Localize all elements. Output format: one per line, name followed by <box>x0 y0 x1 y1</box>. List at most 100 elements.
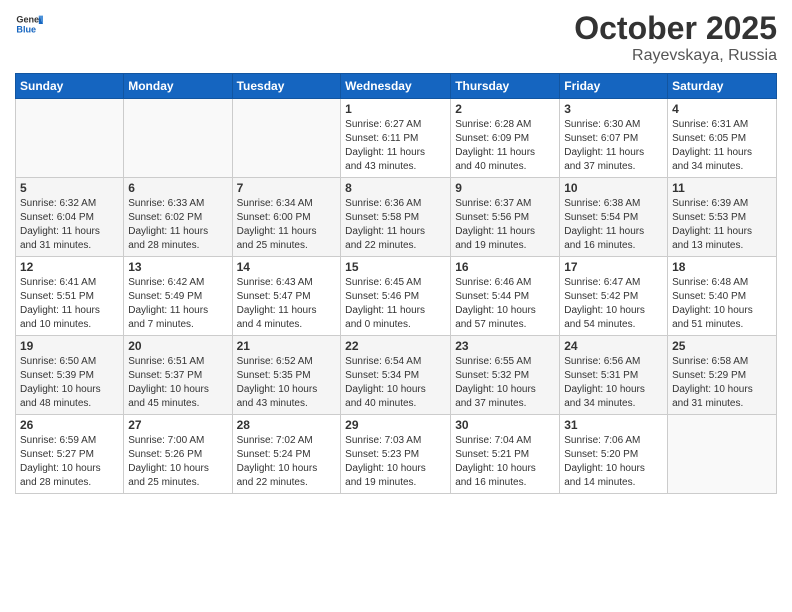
day-cell: 1 Sunrise: 6:27 AM Sunset: 6:11 PM Daylig… <box>341 99 451 178</box>
day-cell: 21 Sunrise: 6:52 AM Sunset: 5:35 PM Dayli… <box>232 336 341 415</box>
day-info: Sunrise: 6:30 AM Sunset: 6:07 PM Dayligh… <box>564 118 663 174</box>
day-number: 11 <box>672 181 772 195</box>
day-info: Sunrise: 6:37 AM Sunset: 5:56 PM Dayligh… <box>455 197 555 253</box>
day-cell: 2 Sunrise: 6:28 AM Sunset: 6:09 PM Daylig… <box>451 99 560 178</box>
day-info: Sunrise: 6:48 AM Sunset: 5:40 PM Dayligh… <box>672 276 772 332</box>
day-info: Sunrise: 6:50 AM Sunset: 5:39 PM Dayligh… <box>20 355 119 411</box>
day-info: Sunrise: 6:28 AM Sunset: 6:09 PM Dayligh… <box>455 118 555 174</box>
col-wednesday: Wednesday <box>341 74 451 99</box>
day-number: 7 <box>237 181 337 195</box>
calendar-table: Sunday Monday Tuesday Wednesday Thursday… <box>15 73 777 494</box>
day-cell: 13 Sunrise: 6:42 AM Sunset: 5:49 PM Dayli… <box>124 257 232 336</box>
day-info: Sunrise: 6:51 AM Sunset: 5:37 PM Dayligh… <box>128 355 227 411</box>
day-info: Sunrise: 6:41 AM Sunset: 5:51 PM Dayligh… <box>20 276 119 332</box>
day-number: 17 <box>564 260 663 274</box>
day-info: Sunrise: 6:34 AM Sunset: 6:00 PM Dayligh… <box>237 197 337 253</box>
day-cell: 14 Sunrise: 6:43 AM Sunset: 5:47 PM Dayli… <box>232 257 341 336</box>
header: General Blue October 2025 Rayevskaya, Ru… <box>15 10 777 65</box>
day-info: Sunrise: 6:36 AM Sunset: 5:58 PM Dayligh… <box>345 197 446 253</box>
day-number: 21 <box>237 339 337 353</box>
day-cell: 26 Sunrise: 6:59 AM Sunset: 5:27 PM Dayli… <box>16 415 124 494</box>
week-row-1: 1 Sunrise: 6:27 AM Sunset: 6:11 PM Daylig… <box>16 99 777 178</box>
day-number: 24 <box>564 339 663 353</box>
day-cell <box>232 99 341 178</box>
day-cell: 27 Sunrise: 7:00 AM Sunset: 5:26 PM Dayli… <box>124 415 232 494</box>
day-cell: 28Sunrise: 7:02 AM Sunset: 5:24 PM Dayli… <box>232 415 341 494</box>
day-number: 1 <box>345 102 446 116</box>
day-number: 19 <box>20 339 119 353</box>
day-number: 4 <box>672 102 772 116</box>
day-number: 2 <box>455 102 555 116</box>
day-cell: 31 Sunrise: 7:06 AM Sunset: 5:20 PM Dayli… <box>560 415 668 494</box>
week-row-4: 19 Sunrise: 6:50 AM Sunset: 5:39 PM Dayli… <box>16 336 777 415</box>
day-cell <box>124 99 232 178</box>
day-cell: 25 Sunrise: 6:58 AM Sunset: 5:29 PM Dayli… <box>668 336 777 415</box>
col-friday: Friday <box>560 74 668 99</box>
page: General Blue October 2025 Rayevskaya, Ru… <box>0 0 792 612</box>
day-number: 31 <box>564 418 663 432</box>
day-info: Sunrise: 7:04 AM Sunset: 5:21 PM Dayligh… <box>455 434 555 490</box>
day-cell: 7 Sunrise: 6:34 AM Sunset: 6:00 PM Daylig… <box>232 178 341 257</box>
day-number: 27 <box>128 418 227 432</box>
day-info: Sunrise: 6:27 AM Sunset: 6:11 PM Dayligh… <box>345 118 446 174</box>
col-thursday: Thursday <box>451 74 560 99</box>
title-block: October 2025 Rayevskaya, Russia <box>574 10 777 65</box>
day-number: 10 <box>564 181 663 195</box>
day-number: 9 <box>455 181 555 195</box>
day-info: Sunrise: 6:32 AM Sunset: 6:04 PM Dayligh… <box>20 197 119 253</box>
day-cell: 20 Sunrise: 6:51 AM Sunset: 5:37 PM Dayli… <box>124 336 232 415</box>
day-cell: 9 Sunrise: 6:37 AM Sunset: 5:56 PM Daylig… <box>451 178 560 257</box>
day-info: Sunrise: 6:31 AM Sunset: 6:05 PM Dayligh… <box>672 118 772 174</box>
day-number: 15 <box>345 260 446 274</box>
day-info: Sunrise: 6:54 AM Sunset: 5:34 PM Dayligh… <box>345 355 446 411</box>
day-info: Sunrise: 6:58 AM Sunset: 5:29 PM Dayligh… <box>672 355 772 411</box>
day-number: 30 <box>455 418 555 432</box>
day-cell <box>16 99 124 178</box>
day-cell: 11 Sunrise: 6:39 AM Sunset: 5:53 PM Dayli… <box>668 178 777 257</box>
day-cell: 10Sunrise: 6:38 AM Sunset: 5:54 PM Dayli… <box>560 178 668 257</box>
month-title: October 2025 <box>574 10 777 47</box>
day-number: 18 <box>672 260 772 274</box>
col-monday: Monday <box>124 74 232 99</box>
day-cell: 24 Sunrise: 6:56 AM Sunset: 5:31 PM Dayli… <box>560 336 668 415</box>
day-info: Sunrise: 6:33 AM Sunset: 6:02 PM Dayligh… <box>128 197 227 253</box>
day-info: Sunrise: 6:43 AM Sunset: 5:47 PM Dayligh… <box>237 276 337 332</box>
day-info: Sunrise: 6:39 AM Sunset: 5:53 PM Dayligh… <box>672 197 772 253</box>
day-cell <box>668 415 777 494</box>
day-info: Sunrise: 7:03 AM Sunset: 5:23 PM Dayligh… <box>345 434 446 490</box>
day-info: Sunrise: 6:52 AM Sunset: 5:35 PM Dayligh… <box>237 355 337 411</box>
day-number: 29 <box>345 418 446 432</box>
logo-icon: General Blue <box>15 10 43 38</box>
day-cell: 6 Sunrise: 6:33 AM Sunset: 6:02 PM Daylig… <box>124 178 232 257</box>
day-cell: 8 Sunrise: 6:36 AM Sunset: 5:58 PM Daylig… <box>341 178 451 257</box>
day-info: Sunrise: 6:42 AM Sunset: 5:49 PM Dayligh… <box>128 276 227 332</box>
day-number: 16 <box>455 260 555 274</box>
svg-text:Blue: Blue <box>16 24 36 34</box>
day-cell: 30 Sunrise: 7:04 AM Sunset: 5:21 PM Dayli… <box>451 415 560 494</box>
day-cell: 17Sunrise: 6:47 AM Sunset: 5:42 PM Dayli… <box>560 257 668 336</box>
day-cell: 16 Sunrise: 6:46 AM Sunset: 5:44 PM Dayli… <box>451 257 560 336</box>
day-number: 6 <box>128 181 227 195</box>
day-cell: 22Sunrise: 6:54 AM Sunset: 5:34 PM Dayli… <box>341 336 451 415</box>
header-row: Sunday Monday Tuesday Wednesday Thursday… <box>16 74 777 99</box>
day-number: 25 <box>672 339 772 353</box>
day-cell: 15Sunrise: 6:45 AM Sunset: 5:46 PM Dayli… <box>341 257 451 336</box>
day-info: Sunrise: 6:56 AM Sunset: 5:31 PM Dayligh… <box>564 355 663 411</box>
day-number: 20 <box>128 339 227 353</box>
week-row-3: 12Sunrise: 6:41 AM Sunset: 5:51 PM Dayli… <box>16 257 777 336</box>
week-row-5: 26 Sunrise: 6:59 AM Sunset: 5:27 PM Dayli… <box>16 415 777 494</box>
day-info: Sunrise: 7:00 AM Sunset: 5:26 PM Dayligh… <box>128 434 227 490</box>
day-cell: 29 Sunrise: 7:03 AM Sunset: 5:23 PM Dayli… <box>341 415 451 494</box>
day-info: Sunrise: 6:59 AM Sunset: 5:27 PM Dayligh… <box>20 434 119 490</box>
day-info: Sunrise: 6:46 AM Sunset: 5:44 PM Dayligh… <box>455 276 555 332</box>
day-number: 13 <box>128 260 227 274</box>
day-number: 28 <box>237 418 337 432</box>
day-number: 26 <box>20 418 119 432</box>
day-info: Sunrise: 7:06 AM Sunset: 5:20 PM Dayligh… <box>564 434 663 490</box>
day-cell: 5 Sunrise: 6:32 AM Sunset: 6:04 PM Daylig… <box>16 178 124 257</box>
day-number: 5 <box>20 181 119 195</box>
day-number: 8 <box>345 181 446 195</box>
col-saturday: Saturday <box>668 74 777 99</box>
day-number: 14 <box>237 260 337 274</box>
week-row-2: 5 Sunrise: 6:32 AM Sunset: 6:04 PM Daylig… <box>16 178 777 257</box>
